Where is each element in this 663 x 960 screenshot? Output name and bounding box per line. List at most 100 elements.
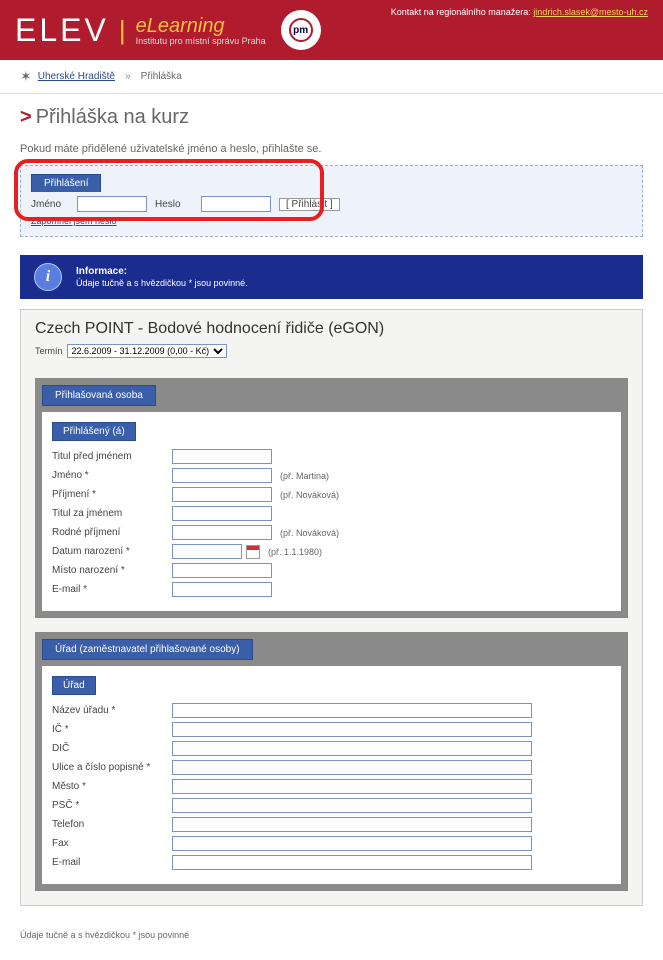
term-select[interactable]: 22.6.2009 - 31.12.2009 (0,00 - Kč) <box>67 344 227 358</box>
info-body: Údaje tučně a s hvězdičkou * jsou povinn… <box>76 278 248 288</box>
calendar-icon[interactable] <box>246 545 260 559</box>
brand-text: eLearning <box>136 15 225 37</box>
login-row: Jméno Heslo [ Přihlásit ] <box>31 196 632 212</box>
input-title-before[interactable] <box>172 449 272 464</box>
input-dic[interactable] <box>172 741 532 756</box>
page-title: >Přihláška na kurz <box>0 100 663 139</box>
row-person-email: E-mail * <box>52 582 611 597</box>
row-surname: Příjmení * (př. Nováková) <box>52 487 611 502</box>
person-subtab: Přihlášený (á) <box>52 422 136 441</box>
label-psc: PSČ * <box>52 800 172 811</box>
input-person-email[interactable] <box>172 582 272 597</box>
login-area: Přihlášení Jméno Heslo [ Přihlásit ] Zap… <box>20 165 643 237</box>
row-street: Ulice a číslo popisné * <box>52 760 611 775</box>
input-city[interactable] <box>172 779 532 794</box>
row-maiden: Rodné příjmení (př. Nováková) <box>52 525 611 540</box>
label-firstname: Jméno * <box>52 470 172 481</box>
label-fax: Fax <box>52 838 172 849</box>
breadcrumb-separator: » <box>125 71 131 82</box>
info-bar: i Informace: Údaje tučně a s hvězdičkou … <box>20 255 643 299</box>
instruction-text: Pokud máte přidělené uživatelské jméno a… <box>0 139 663 165</box>
label-surname: Příjmení * <box>52 489 172 500</box>
label-title-before: Titul před jménem <box>52 451 172 462</box>
row-dic: DIČ <box>52 741 611 756</box>
person-section-body: Přihlášený (á) Titul před jménem Jméno *… <box>42 412 621 611</box>
password-input[interactable] <box>201 196 271 212</box>
password-label: Heslo <box>155 199 193 210</box>
row-city: Město * <box>52 779 611 794</box>
label-city: Město * <box>52 781 172 792</box>
row-birthdate: Datum narození * (př. 1.1.1980) <box>52 544 611 559</box>
username-input[interactable] <box>77 196 147 212</box>
brand-block: eLearning Institutu pro místní správu Pr… <box>136 15 266 46</box>
row-psc: PSČ * <box>52 798 611 813</box>
label-office-name: Název úřadu * <box>52 705 172 716</box>
input-psc[interactable] <box>172 798 532 813</box>
hint-birthdate: (př. 1.1.1980) <box>268 547 322 557</box>
hint-maiden: (př. Nováková) <box>280 528 339 538</box>
row-office-email: E-mail <box>52 855 611 870</box>
input-phone[interactable] <box>172 817 532 832</box>
row-office-name: Název úřadu * <box>52 703 611 718</box>
breadcrumb-star-icon: ✶ <box>20 68 32 85</box>
label-person-email: E-mail * <box>52 584 172 595</box>
input-office-name[interactable] <box>172 703 532 718</box>
office-section-tab: Úřad (zaměstnavatel přihlašované osoby) <box>42 639 253 660</box>
office-section: Úřad (zaměstnavatel přihlašované osoby) … <box>35 632 628 891</box>
label-ic: IČ * <box>52 724 172 735</box>
label-maiden: Rodné příjmení <box>52 527 172 538</box>
title-arrow-icon: > <box>20 106 32 128</box>
row-title-before: Titul před jménem <box>52 449 611 464</box>
footnote: Údaje tučně a s hvězdičkou * jsou povinn… <box>0 924 663 960</box>
info-title: Informace: <box>76 266 248 277</box>
breadcrumb-link[interactable]: Uherské Hradiště <box>38 71 115 82</box>
office-subtab: Úřad <box>52 676 96 695</box>
input-street[interactable] <box>172 760 532 775</box>
hint-surname: (př. Nováková) <box>280 490 339 500</box>
row-firstname: Jméno * (př. Martina) <box>52 468 611 483</box>
office-section-body: Úřad Název úřadu * IČ * DIČ Ulice a čísl… <box>42 666 621 884</box>
label-dic: DIČ <box>52 743 172 754</box>
label-birthdate: Datum narození * <box>52 546 172 557</box>
row-fax: Fax <box>52 836 611 851</box>
breadcrumb: ✶ Uherské Hradiště » Přihláška <box>0 60 663 94</box>
logo-separator: | <box>119 15 126 46</box>
input-title-after[interactable] <box>172 506 272 521</box>
row-phone: Telefon <box>52 817 611 832</box>
forgot-password-link[interactable]: Zapomněl jsem heslo <box>31 216 632 226</box>
institute-badge-icon: pm <box>281 10 321 50</box>
row-ic: IČ * <box>52 722 611 737</box>
label-street: Ulice a číslo popisné * <box>52 762 172 773</box>
login-tab: Přihlášení <box>31 174 101 192</box>
app-header: ELEV | eLearning Institutu pro místní sp… <box>0 0 663 60</box>
course-box: Czech POINT - Bodové hodnocení řidiče (e… <box>20 309 643 906</box>
input-birthdate[interactable] <box>172 544 242 559</box>
hint-firstname: (př. Martina) <box>280 471 329 481</box>
course-term-row: Termín 22.6.2009 - 31.12.2009 (0,00 - Kč… <box>21 344 642 368</box>
login-button[interactable]: [ Přihlásit ] <box>279 198 340 211</box>
input-fax[interactable] <box>172 836 532 851</box>
logo-text: ELEV <box>15 12 109 49</box>
info-icon: i <box>34 263 62 291</box>
info-text: Informace: Údaje tučně a s hvězdičkou * … <box>76 266 248 289</box>
term-label: Termín <box>35 346 63 356</box>
input-surname[interactable] <box>172 487 272 502</box>
input-firstname[interactable] <box>172 468 272 483</box>
input-birthplace[interactable] <box>172 563 272 578</box>
brand-subtitle: Institutu pro místní správu Praha <box>136 36 266 46</box>
username-label: Jméno <box>31 199 69 210</box>
label-phone: Telefon <box>52 819 172 830</box>
breadcrumb-current: Přihláška <box>141 71 182 82</box>
label-office-email: E-mail <box>52 857 172 868</box>
course-title: Czech POINT - Bodové hodnocení řidiče (e… <box>21 310 642 344</box>
contact-email-link[interactable]: jindrich.slasek@mesto-uh.cz <box>533 7 648 17</box>
input-office-email[interactable] <box>172 855 532 870</box>
input-ic[interactable] <box>172 722 532 737</box>
person-section: Přihlašovaná osoba Přihlášený (á) Titul … <box>35 378 628 618</box>
person-section-tab: Přihlašovaná osoba <box>42 385 156 406</box>
row-title-after: Titul za jménem <box>52 506 611 521</box>
input-maiden[interactable] <box>172 525 272 540</box>
contact-label: Kontakt na regionálního manažera: <box>391 7 531 17</box>
row-birthplace: Místo narození * <box>52 563 611 578</box>
login-box: Přihlášení Jméno Heslo [ Přihlásit ] Zap… <box>20 165 643 237</box>
